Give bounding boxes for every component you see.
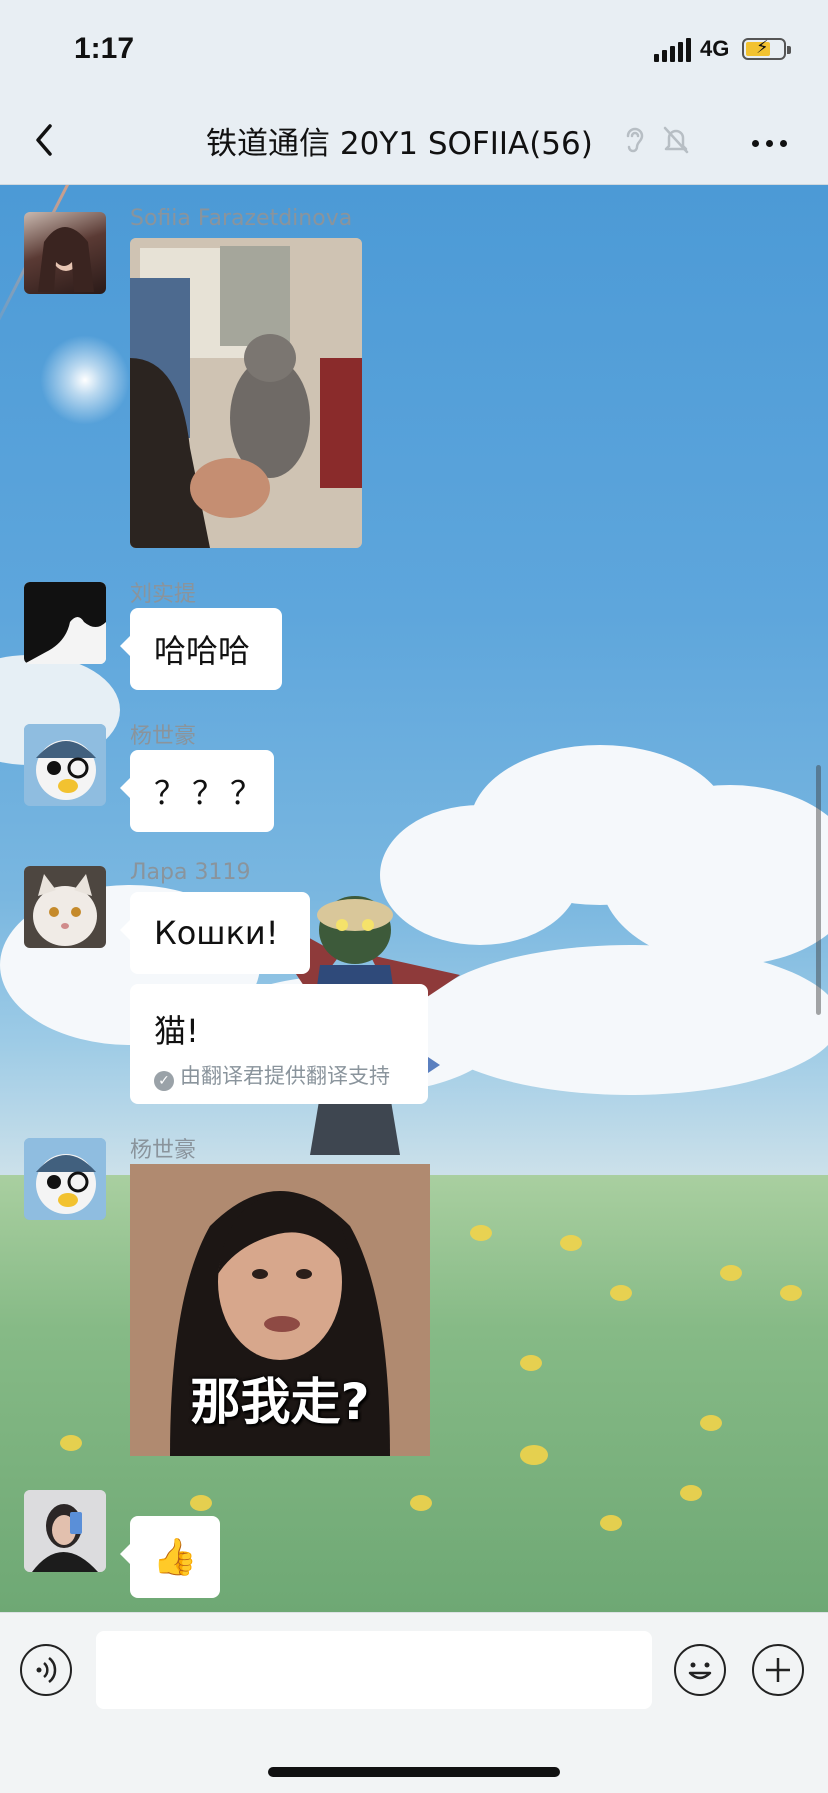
meme-caption: 那我走? (190, 1373, 370, 1431)
sender-name: Sofiia Farazetdinova (130, 206, 353, 231)
more-icon (752, 140, 759, 147)
translation-note: ✓ 由翻译君提供翻译支持 (154, 1060, 390, 1091)
cat-photo[interactable] (130, 238, 362, 548)
mute-bell-icon (663, 126, 689, 154)
message-bubble[interactable]: ？？？ (120, 750, 274, 832)
more-button[interactable] (752, 132, 794, 151)
plus-icon (766, 1658, 790, 1682)
scrollbar[interactable] (816, 765, 821, 1015)
avatar[interactable] (24, 866, 106, 948)
check-circle-icon: ✓ (154, 1071, 174, 1091)
input-bar (0, 1612, 828, 1793)
ear-icon (626, 127, 644, 153)
chat-header: 铁道通信 20Y1 SOFIIA(56) (0, 96, 828, 185)
network-type: 4G (700, 36, 730, 61)
message-bubble[interactable]: 哈哈哈 (120, 608, 282, 690)
back-button[interactable] (26, 116, 66, 164)
message-bubble[interactable]: Кошки! (120, 892, 310, 974)
sender-name: Лара 3119 (130, 860, 251, 885)
message-input[interactable] (96, 1631, 652, 1709)
status-bar: 1:17 4G ⚡ (0, 0, 828, 96)
signal-icon (654, 38, 691, 62)
emoji-message-bubble[interactable]: 👍 (120, 1516, 220, 1598)
battery-icon: ⚡ (742, 37, 791, 60)
status-time: 1:17 (74, 32, 135, 65)
chat-title: 铁道通信 20Y1 SOFIIA(56) (206, 126, 593, 162)
sender-name: 杨世豪 (130, 724, 197, 749)
meme-image[interactable]: 那我走? (130, 1164, 430, 1456)
translation-card[interactable]: 猫! ✓ 由翻译君提供翻译支持 (130, 984, 428, 1104)
emoji-icon (688, 1662, 712, 1680)
translation-text: 猫! (154, 1012, 199, 1050)
voice-icon (36, 1657, 57, 1683)
back-icon (36, 124, 52, 156)
avatar[interactable] (24, 1138, 106, 1220)
title-status-icons (622, 124, 691, 156)
sender-name: 刘实提 (130, 582, 197, 607)
voice-button[interactable] (20, 1644, 72, 1696)
avatar[interactable] (24, 724, 106, 806)
avatar[interactable] (24, 1490, 106, 1572)
sun-glow (40, 335, 130, 425)
sender-name: 杨世豪 (130, 1138, 197, 1163)
avatar[interactable] (24, 582, 106, 664)
avatar[interactable] (24, 212, 106, 294)
home-indicator[interactable] (268, 1767, 560, 1777)
emoji-button[interactable] (674, 1644, 726, 1696)
plus-button[interactable] (752, 1644, 804, 1696)
